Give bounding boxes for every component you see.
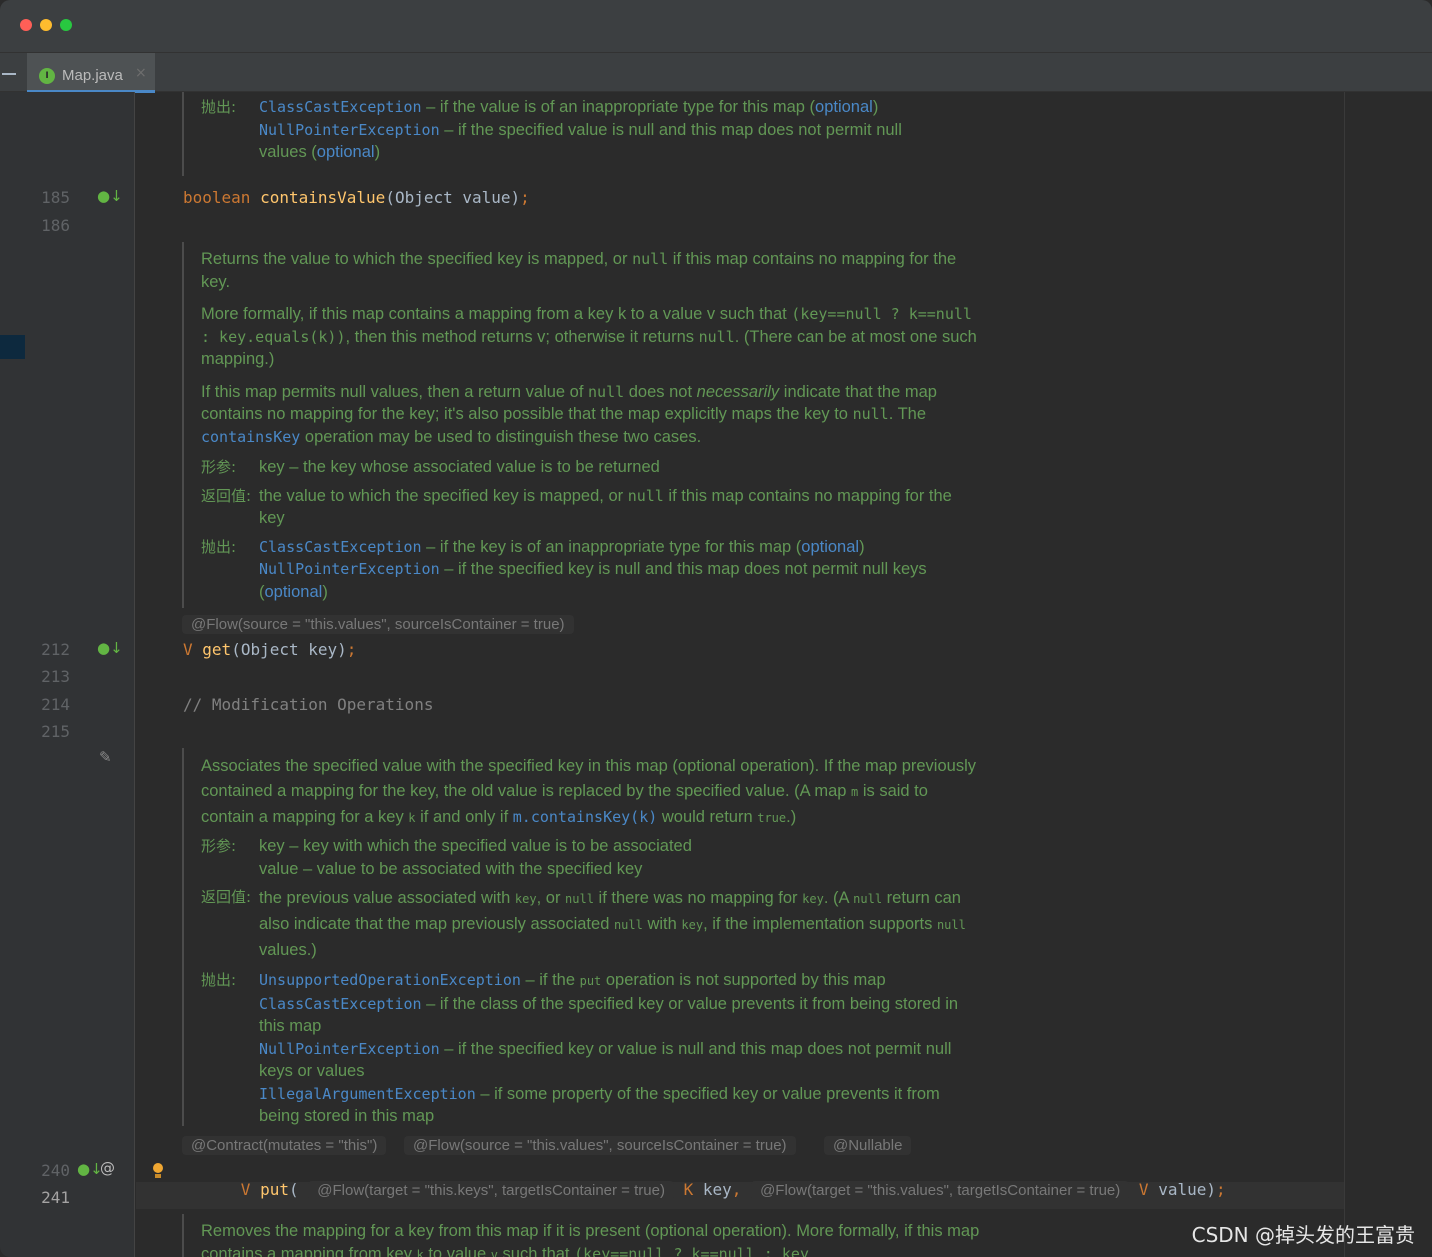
contains-key-link[interactable]: containsKey xyxy=(201,428,300,446)
line-number: 186 xyxy=(41,216,70,235)
watermark: CSDN @掉头发的王富贵 xyxy=(1191,1223,1415,1247)
return-tag: 返回值: xyxy=(201,486,252,505)
code-editor[interactable]: 抛出: ClassCastException – if the value is… xyxy=(136,92,1344,1257)
method-name: get xyxy=(202,640,232,659)
inlay-annotation[interactable]: @Flow(source = "this.values", sourceIsCo… xyxy=(404,1136,796,1155)
exception-link[interactable]: NullPointerException xyxy=(259,121,440,139)
line-number: 215 xyxy=(41,722,70,741)
ide-window: I Map.java × 185 ●↓ 186 212 ●↓ 213 214 2… xyxy=(0,0,1432,1257)
line-number: 212 xyxy=(41,640,70,659)
interface-icon: I xyxy=(39,68,55,84)
javadoc-get: Returns the value to which the specified… xyxy=(182,242,982,608)
pencil-icon[interactable]: ✎ xyxy=(99,748,112,766)
lightbulb-icon[interactable] xyxy=(153,1163,163,1173)
optional-link[interactable]: optional xyxy=(317,143,375,161)
doc-paragraph: Associates the specified value with the … xyxy=(201,757,976,826)
method-name: put xyxy=(260,1180,289,1199)
throws-tag: 抛出: xyxy=(201,971,237,989)
line-gutter: 185 ●↓ 186 212 ●↓ 213 214 215 ✎ 240 ●↓ @… xyxy=(25,92,135,1257)
param-description: key – key with which the specified value… xyxy=(259,837,692,878)
doc-paragraph: Removes the mapping for a key from this … xyxy=(201,1222,980,1257)
exception-link[interactable]: IllegalArgumentException xyxy=(259,1085,476,1103)
exception-link[interactable]: ClassCastException xyxy=(259,98,422,116)
editor-tab-bar: I Map.java × xyxy=(0,52,1432,93)
param-tag: 形参: xyxy=(201,458,237,476)
tool-strip-marker[interactable] xyxy=(0,335,25,359)
close-window-button[interactable] xyxy=(20,19,32,31)
tab-map-java[interactable]: I Map.java × xyxy=(27,53,155,93)
exception-link[interactable]: ClassCastException xyxy=(259,995,422,1013)
javadoc-block: 抛出: ClassCastException – if the value is… xyxy=(182,92,982,176)
doc-paragraph: Returns the value to which the specified… xyxy=(201,250,957,291)
return-tag: 返回值: xyxy=(201,888,252,906)
code-line-put[interactable]: V put( @Flow(target = "this.keys", targe… xyxy=(183,1161,1226,1218)
exception-link[interactable]: ClassCastException xyxy=(259,538,422,556)
inlay-annotation[interactable]: @Flow(source = "this.values", sourceIsCo… xyxy=(182,615,574,634)
throws-tag: 抛出: xyxy=(201,98,237,116)
code-line-get[interactable]: V get(Object key); xyxy=(183,640,356,659)
exception-link[interactable]: NullPointerException xyxy=(259,560,440,578)
contains-key-link[interactable]: m.containsKey(k) xyxy=(513,808,658,826)
exception-link[interactable]: UnsupportedOperationException xyxy=(259,971,521,989)
line-number: 185 xyxy=(41,188,70,207)
left-tool-strip xyxy=(0,92,25,1257)
title-bar xyxy=(0,0,1432,52)
implemented-down-arrow-icon[interactable]: ●↓ xyxy=(97,639,123,657)
implemented-down-arrow-icon[interactable]: ●↓ xyxy=(77,1160,103,1178)
param-description: key – the key whose associated value is … xyxy=(259,458,660,476)
exception-link[interactable]: NullPointerException xyxy=(259,1040,440,1058)
line-number: 213 xyxy=(41,667,70,686)
param-tag: 形参: xyxy=(201,837,237,855)
line-number: 240 xyxy=(41,1161,70,1180)
optional-link[interactable]: optional xyxy=(801,538,859,556)
optional-link[interactable]: optional xyxy=(265,583,323,601)
doc-paragraph: More formally, if this map contains a ma… xyxy=(201,305,977,368)
return-description: the value to which the specified key is … xyxy=(259,486,952,528)
javadoc-put: Associates the specified value with the … xyxy=(182,748,982,1126)
inlay-annotation[interactable]: @Nullable xyxy=(824,1136,912,1155)
optional-link[interactable]: optional xyxy=(815,98,873,116)
throws-description: ClassCastException – if the key is of an… xyxy=(259,537,927,601)
javadoc-remove: Removes the mapping for a key from this … xyxy=(182,1214,982,1257)
code-comment[interactable]: // Modification Operations xyxy=(183,695,433,714)
throws-description: UnsupportedOperationException – if the p… xyxy=(259,971,959,1125)
tab-label: Map.java xyxy=(62,67,123,84)
right-margin-area xyxy=(1344,92,1432,1257)
at-icon[interactable]: @ xyxy=(100,1159,115,1177)
close-icon[interactable]: × xyxy=(135,65,147,81)
throws-tag: 抛出: xyxy=(201,537,237,556)
collapse-icon[interactable] xyxy=(2,73,16,75)
inlay-annotation[interactable]: @Contract(mutates = "this") xyxy=(182,1136,387,1155)
method-name: containsValue xyxy=(260,188,386,207)
line-number: 241 xyxy=(41,1188,70,1207)
line-number: 214 xyxy=(41,695,70,714)
code-line-contains-value[interactable]: boolean containsValue(Object value); xyxy=(183,188,530,207)
inlay-annotation[interactable]: @Flow(target = "this.values", targetIsCo… xyxy=(751,1181,1130,1200)
implemented-down-arrow-icon[interactable]: ●↓ xyxy=(97,187,123,205)
maximize-window-button[interactable] xyxy=(60,19,72,31)
lightbulb-base xyxy=(155,1174,161,1178)
doc-paragraph: If this map permits null values, then a … xyxy=(201,382,937,446)
return-description: the previous value associated with key, … xyxy=(259,889,966,959)
minimize-window-button[interactable] xyxy=(40,19,52,31)
inlay-annotation[interactable]: @Flow(target = "this.keys", targetIsCont… xyxy=(308,1181,674,1200)
